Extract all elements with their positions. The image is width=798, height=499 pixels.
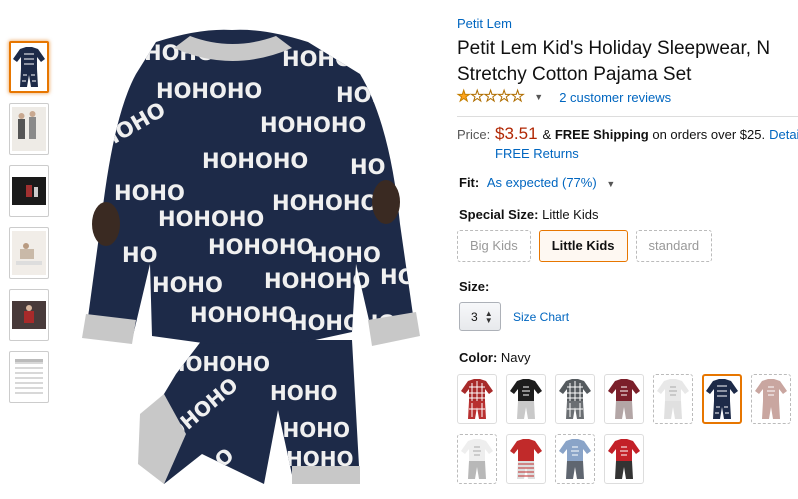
pajama-swatch-icon	[608, 439, 640, 479]
product-title-line-1: Petit Lem Kid's Holiday Sleepwear, N	[457, 38, 771, 59]
rating-row: ★ ★ ★ ★ ★ ▼ 2 customer reviews	[456, 88, 671, 105]
pajama-swatch-icon	[657, 379, 689, 419]
price-row: Price: $3.51 & FREE Shipping on orders o…	[457, 124, 798, 144]
fit-value-link[interactable]: As expected (77%)	[487, 175, 597, 190]
thumbnail-2[interactable]	[9, 103, 49, 155]
video-thumbnail-icon	[12, 301, 46, 329]
pajama-swatch-icon	[559, 439, 591, 479]
free-returns-link[interactable]: FREE Returns	[495, 146, 579, 161]
thumbnail-4[interactable]	[9, 227, 49, 279]
size-dropdown[interactable]: 3 ▲ ▼	[459, 302, 501, 331]
pajama-swatch-icon	[461, 379, 493, 419]
svg-text:HOHOHO: HOHOHO	[202, 149, 308, 173]
thumbnail-5-video[interactable]	[9, 289, 49, 341]
divider	[457, 116, 798, 117]
color-swatch-light-blue-print[interactable]	[555, 434, 595, 484]
color-swatch-grid	[457, 374, 798, 494]
star-empty-icon: ★	[510, 88, 525, 105]
svg-text:HOHO: HOHO	[114, 181, 185, 205]
shipping-info: & FREE Shipping on orders over $25.	[542, 127, 766, 142]
brand-link[interactable]: Petit Lem	[457, 16, 512, 31]
chevron-down-icon[interactable]: ▼	[534, 92, 543, 102]
customer-reviews-link[interactable]: 2 customer reviews	[559, 90, 671, 105]
svg-text:HOHO: HOHO	[336, 83, 407, 107]
star-filled-icon: ★	[456, 88, 471, 105]
special-size-option-standard[interactable]: standard	[635, 230, 713, 262]
color-swatch-white-fair-isle[interactable]	[653, 374, 693, 424]
color-swatch-navy[interactable]	[702, 374, 742, 424]
special-size-options: Big Kids Little Kids standard	[457, 230, 720, 262]
thumbnail-6-size-chart[interactable]	[9, 351, 49, 403]
special-size-label: Special Size: Little Kids	[459, 207, 599, 222]
special-size-option-big-kids[interactable]: Big Kids	[457, 230, 531, 262]
svg-text:OHOHOH: OHOHOH	[169, 351, 270, 375]
pajama-swatch-icon	[510, 379, 542, 419]
svg-text:HOHOHO: HOHOHO	[190, 303, 296, 327]
product-title-line-2: Stretchy Cotton Pajama Set	[457, 64, 692, 85]
star-empty-icon: ★	[483, 88, 498, 105]
size-chart-link[interactable]: Size Chart	[513, 310, 569, 324]
color-swatch-burgundy-script[interactable]	[604, 374, 644, 424]
svg-text:HO: HO	[380, 265, 415, 289]
svg-text:HOHO: HOHO	[270, 381, 337, 405]
product-title: Petit Lem Kid's Holiday Sleepwear, N Str…	[457, 36, 798, 88]
price-value: $3.51	[495, 124, 538, 143]
table-thumbnail-icon	[12, 355, 46, 399]
video-thumbnail-icon	[12, 177, 46, 205]
star-rating[interactable]: ★ ★ ★ ★ ★	[456, 88, 525, 105]
color-swatch-pink-print[interactable]	[751, 374, 791, 424]
svg-text:HOHOHO: HOHOHO	[158, 207, 264, 231]
svg-text:HOHO: HOHO	[282, 47, 353, 71]
photo-thumbnail-icon	[12, 231, 46, 275]
color-label: Color: Navy	[459, 350, 531, 365]
pajama-swatch-icon	[755, 379, 787, 419]
svg-text:OHOH: OHOH	[283, 417, 350, 441]
pajama-swatch-icon	[559, 379, 591, 419]
svg-text:HOHOHO: HOHOHO	[260, 113, 366, 137]
color-swatch-red-penguin[interactable]	[604, 434, 644, 484]
star-empty-icon: ★	[470, 88, 484, 105]
special-size-option-little-kids[interactable]: Little Kids	[538, 230, 628, 262]
chevron-down-icon[interactable]: ▼	[606, 179, 615, 189]
svg-text:HO: HO	[350, 155, 385, 179]
size-label: Size:	[459, 279, 490, 294]
svg-text:HOHO: HOHO	[310, 243, 381, 267]
svg-text:HOHOHO: HOHOHO	[156, 79, 262, 103]
thumbnail-3-video[interactable]	[9, 165, 49, 217]
thumbnail-list	[9, 41, 51, 413]
pajama-swatch-icon	[510, 439, 542, 479]
fit-row: Fit: As expected (77%) ▼	[459, 175, 615, 190]
pajama-set-image: OHOHOH HOHO HOHOHO OHOH HOHO HOHO HOHO H…	[82, 29, 420, 484]
thumbnail-1[interactable]	[9, 41, 49, 93]
pajama-swatch-icon	[461, 439, 493, 479]
svg-text:HOHOHO: HOHOHO	[208, 235, 314, 259]
price-label: Price:	[457, 127, 491, 142]
up-down-arrows-icon: ▲ ▼	[484, 308, 493, 325]
svg-text:HO: HO	[122, 243, 157, 267]
pajama-swatch-icon	[706, 379, 738, 419]
color-swatch-black-polar-bear[interactable]	[506, 374, 546, 424]
svg-text:HO: HO	[90, 71, 125, 95]
fit-label: Fit:	[459, 175, 480, 190]
main-product-image[interactable]: OHOHOH HOHO HOHOHO OHOH HOHO HOHO HOHO H…	[60, 14, 425, 494]
photo-thumbnail-icon	[12, 107, 46, 151]
size-selected-value: 3	[471, 309, 478, 324]
svg-text:HOHO: HOHO	[152, 273, 223, 297]
shipping-details-link[interactable]: Detail	[769, 127, 798, 142]
star-empty-icon: ★	[497, 88, 511, 105]
color-swatch-white-snowman[interactable]	[457, 434, 497, 484]
pajama-swatch-icon	[608, 379, 640, 419]
svg-text:HOHOHO: HOHOHO	[272, 191, 378, 215]
svg-text:HOHOHO: HOHOHO	[264, 269, 370, 293]
pajama-thumbnail-icon	[13, 47, 45, 87]
color-swatch-red-plaid[interactable]	[457, 374, 497, 424]
color-swatch-red-santa-stripe[interactable]	[506, 434, 546, 484]
color-swatch-gray-plaid[interactable]	[555, 374, 595, 424]
